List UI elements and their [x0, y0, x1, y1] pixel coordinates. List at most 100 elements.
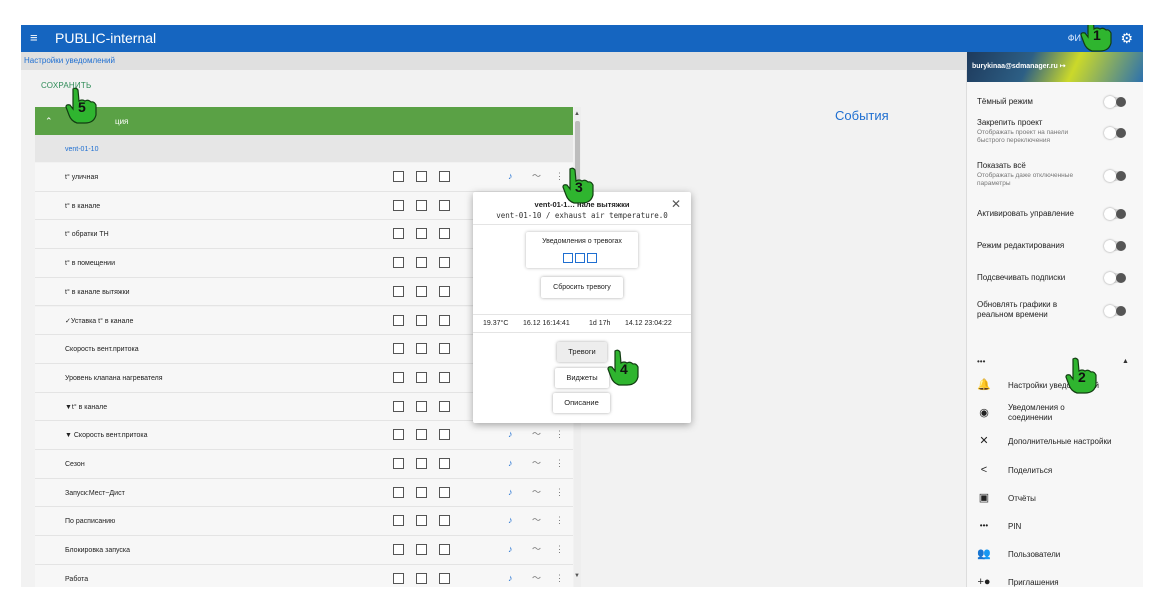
menu-item[interactable]: < Поделиться	[967, 457, 1143, 483]
table-row[interactable]: По расписанию ♪ 〜 ⋮	[35, 507, 573, 537]
more-dots-icon[interactable]: •••	[977, 358, 985, 366]
table-row[interactable]: ▼ Скорость вент.притока ♪ 〜 ⋮	[35, 421, 573, 450]
toggle-switch[interactable]	[1104, 240, 1126, 252]
row-checkbox[interactable]	[416, 515, 427, 527]
row-checkbox[interactable]	[416, 429, 427, 441]
menu-item[interactable]: ••• PIN	[967, 513, 1143, 539]
row-checkbox[interactable]	[439, 343, 450, 355]
row-checkbox[interactable]	[439, 171, 450, 182]
row-checkbox[interactable]	[416, 486, 427, 498]
row-checkbox[interactable]	[393, 429, 404, 441]
note-icon[interactable]: ♪	[508, 544, 513, 554]
toggle-switch[interactable]	[1104, 170, 1126, 182]
row-checkbox[interactable]	[439, 429, 450, 441]
note-icon[interactable]: ♪	[508, 458, 513, 468]
trend-icon[interactable]: 〜	[532, 458, 541, 468]
trend-icon[interactable]: 〜	[532, 429, 541, 439]
row-checkbox[interactable]	[393, 515, 404, 527]
trend-icon[interactable]: 〜	[532, 515, 541, 525]
menu-item[interactable]: ▣ Отчёты	[967, 485, 1143, 511]
row-checkbox[interactable]	[416, 400, 427, 412]
row-checkbox[interactable]	[439, 515, 450, 527]
row-checkbox[interactable]	[416, 343, 427, 355]
row-checkbox[interactable]	[439, 285, 450, 297]
row-checkbox[interactable]	[393, 458, 404, 469]
menu-item[interactable]: ✕ Дополнительные настройки	[967, 428, 1143, 454]
alarms-button[interactable]: Тревоги	[557, 342, 607, 362]
row-checkbox[interactable]	[416, 285, 427, 297]
hamburger-icon[interactable]: ≡	[30, 31, 38, 45]
note-icon[interactable]: ♪	[508, 515, 513, 525]
row-checkbox[interactable]	[416, 371, 427, 383]
gear-icon[interactable]: ⚙	[1120, 30, 1133, 46]
group-header[interactable]: ⌃ ция	[35, 107, 573, 135]
row-checkbox[interactable]	[393, 544, 404, 556]
row-checkbox[interactable]	[416, 171, 427, 182]
more-vert-icon[interactable]: ⋮	[555, 515, 564, 525]
account-email[interactable]: burykinaa@sdmanager.ru ↦	[972, 62, 1066, 71]
more-vert-icon[interactable]: ⋮	[555, 544, 564, 554]
row-checkbox[interactable]	[393, 257, 404, 269]
scroll-up-icon[interactable]: ▲	[574, 111, 580, 117]
more-vert-icon[interactable]: ⋮	[555, 429, 564, 439]
note-icon[interactable]: ♪	[508, 171, 513, 181]
toggle-switch[interactable]	[1104, 305, 1126, 317]
breadcrumb-item[interactable]: Настройки уведомлений	[24, 56, 115, 66]
widgets-button[interactable]: Виджеты	[555, 368, 609, 388]
row-checkbox[interactable]	[439, 314, 450, 326]
table-row[interactable]: t° уличная ♪ 〜 ⋮	[35, 163, 573, 192]
note-icon[interactable]: ♪	[508, 429, 513, 439]
toggle-switch[interactable]	[1104, 272, 1126, 284]
row-checkbox[interactable]	[393, 400, 404, 412]
toggle-switch[interactable]	[1104, 127, 1126, 139]
more-vert-icon[interactable]: ⋮	[555, 487, 564, 497]
table-row[interactable]: Блокировка запуска ♪ 〜 ⋮	[35, 536, 573, 565]
row-checkbox[interactable]	[416, 257, 427, 269]
row-checkbox[interactable]	[439, 400, 450, 412]
alarm-notifications-card[interactable]: Уведомления о тревогах	[526, 232, 638, 268]
row-checkbox[interactable]	[416, 572, 427, 584]
subgroup-header[interactable]: vent-01-10	[35, 135, 573, 162]
alarm-checkbox[interactable]	[575, 253, 585, 263]
table-row[interactable]: Запуск:Мест~Дист ♪ 〜 ⋮	[35, 478, 573, 508]
row-checkbox[interactable]	[439, 371, 450, 383]
row-checkbox[interactable]	[416, 199, 427, 211]
menu-item[interactable]: 🔔 Настройки уведомлений	[967, 372, 1143, 398]
note-icon[interactable]: ♪	[508, 487, 513, 497]
row-checkbox[interactable]	[439, 458, 450, 469]
trend-icon[interactable]: 〜	[532, 487, 541, 497]
row-checkbox[interactable]	[416, 544, 427, 556]
menu-item[interactable]: ◉ Уведомления о соединении	[967, 400, 1143, 426]
reset-alarm-button[interactable]: Сбросить тревогу	[541, 277, 623, 298]
row-checkbox[interactable]	[439, 486, 450, 498]
note-icon[interactable]: ♪	[508, 573, 513, 583]
row-checkbox[interactable]	[416, 458, 427, 469]
description-button[interactable]: Описание	[553, 393, 610, 413]
table-row[interactable]: Работа ♪ 〜 ⋮	[35, 564, 573, 587]
menu-item[interactable]: 👥 Пользователи	[967, 541, 1143, 567]
row-checkbox[interactable]	[416, 314, 427, 326]
alarm-checkbox[interactable]	[563, 253, 573, 263]
row-checkbox[interactable]	[393, 371, 404, 383]
scroll-down-icon[interactable]: ▼	[574, 573, 580, 579]
row-checkbox[interactable]	[393, 343, 404, 355]
table-row[interactable]: Сезон ♪ 〜 ⋮	[35, 450, 573, 479]
toggle-switch[interactable]	[1104, 208, 1126, 220]
more-vert-icon[interactable]: ⋮	[555, 458, 564, 468]
menu-item[interactable]: +● Приглашения	[967, 569, 1143, 587]
row-checkbox[interactable]	[439, 572, 450, 584]
row-checkbox[interactable]	[393, 314, 404, 326]
row-checkbox[interactable]	[393, 285, 404, 297]
trend-icon[interactable]: 〜	[532, 544, 541, 554]
row-checkbox[interactable]	[393, 572, 404, 584]
row-checkbox[interactable]	[439, 257, 450, 269]
trend-icon[interactable]: 〜	[532, 171, 541, 181]
row-checkbox[interactable]	[439, 228, 450, 240]
row-checkbox[interactable]	[393, 228, 404, 240]
more-row[interactable]: ••• ▲	[967, 358, 1143, 368]
trend-icon[interactable]: 〜	[532, 573, 541, 583]
row-checkbox[interactable]	[439, 544, 450, 556]
row-checkbox[interactable]	[439, 199, 450, 211]
chevron-up-icon[interactable]: ⌃	[45, 116, 53, 126]
row-checkbox[interactable]	[416, 228, 427, 240]
